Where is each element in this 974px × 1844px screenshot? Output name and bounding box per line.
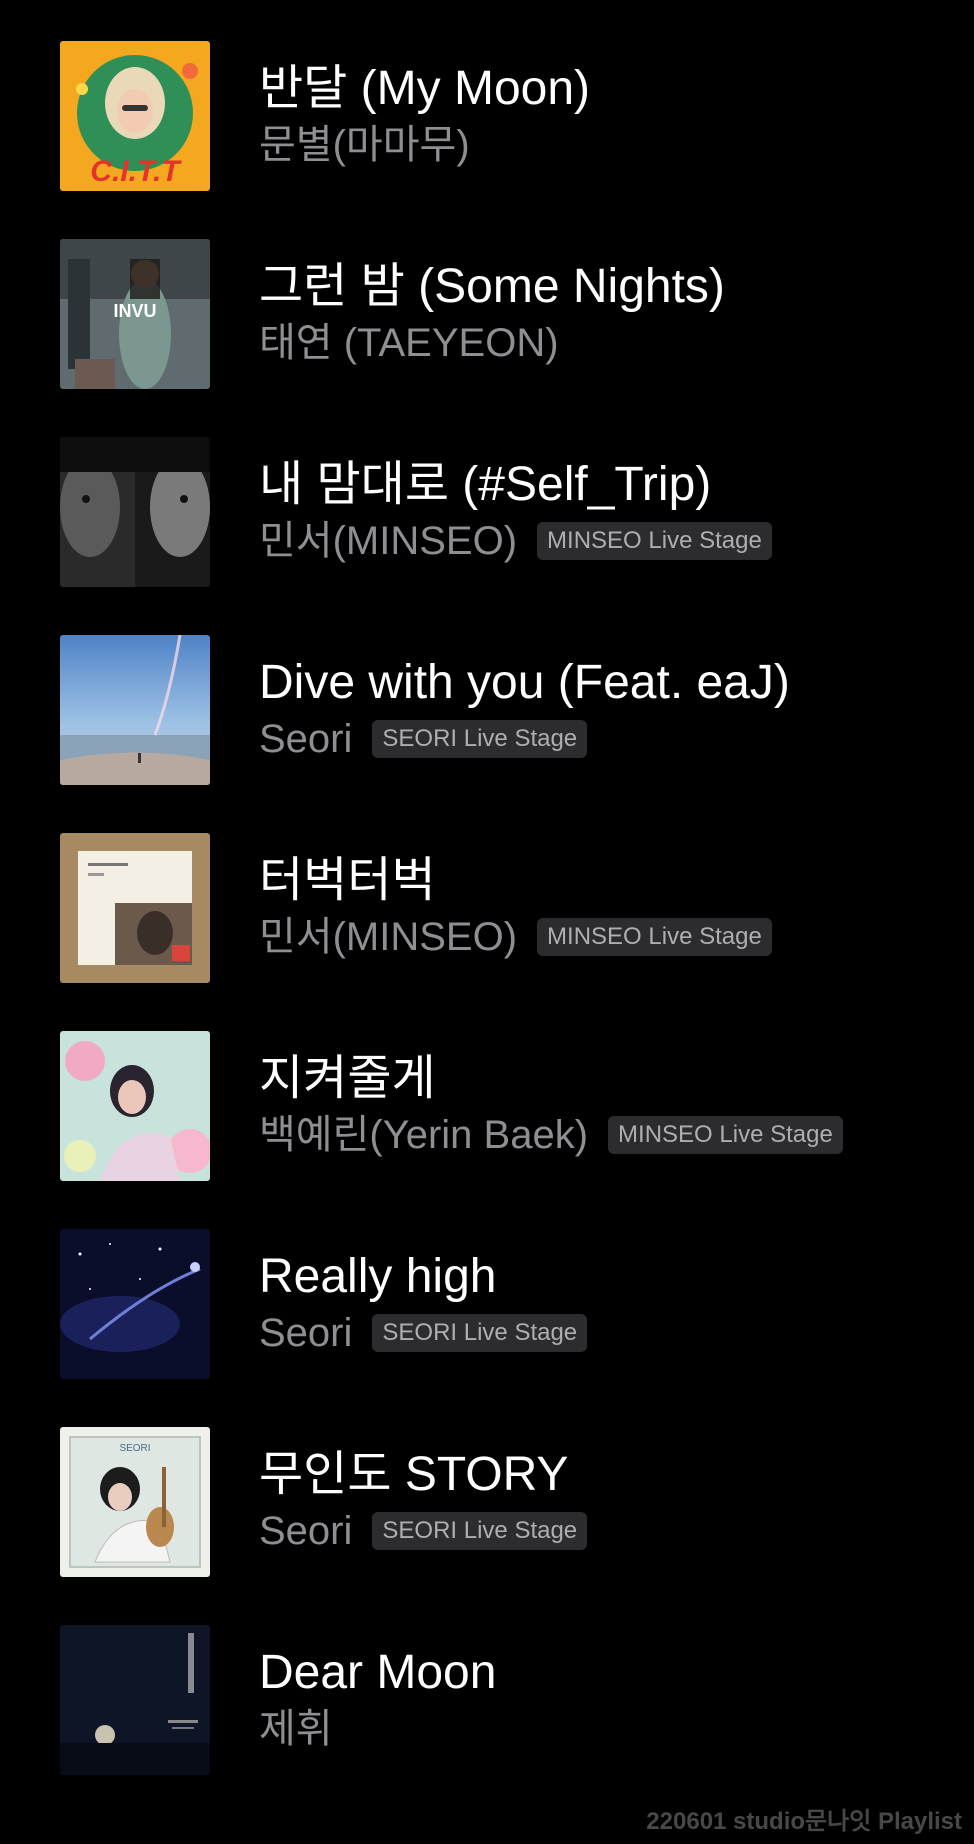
track-title: Dive with you (Feat. eaJ)	[259, 656, 790, 709]
track-row[interactable]: SEORI 무인도 STORY Seori SEORI Live Stage	[0, 1427, 974, 1577]
track-title: 반달 (My Moon)	[259, 62, 591, 115]
album-art: INVU	[60, 239, 210, 389]
track-artist: 제휘	[259, 1707, 333, 1751]
live-stage-badge: SEORI Live Stage	[372, 1512, 588, 1550]
track-row[interactable]: 내 맘대로 (#Self_Trip) 민서(MINSEO) MINSEO Liv…	[0, 437, 974, 587]
album-art	[60, 437, 210, 587]
track-title: Dear Moon	[259, 1646, 497, 1699]
live-stage-badge: SEORI Live Stage	[372, 1314, 588, 1352]
live-stage-badge: MINSEO Live Stage	[608, 1116, 843, 1154]
svg-text:SEORI: SEORI	[119, 1443, 150, 1454]
track-artist: 문별(마마무)	[259, 123, 470, 167]
playlist-footer: 220601 studio문나잇 Playlist	[646, 1808, 962, 1835]
album-art	[60, 1625, 210, 1775]
album-art	[60, 1229, 210, 1379]
live-stage-badge: MINSEO Live Stage	[537, 918, 772, 956]
track-title: Really high	[259, 1250, 497, 1303]
album-art	[60, 635, 210, 785]
track-artist: 태연 (TAEYEON)	[259, 321, 559, 365]
track-artist: Seori	[259, 717, 353, 761]
track-artist: 민서(MINSEO)	[259, 915, 518, 959]
track-title: 지켜줄게	[259, 1052, 436, 1105]
track-artist: 민서(MINSEO)	[259, 519, 518, 563]
album-art	[60, 1031, 210, 1181]
album-art	[60, 833, 210, 983]
track-artist: Seori	[259, 1311, 353, 1355]
track-row[interactable]: C.I.T.T 반달 (My Moon) 문별(마마무)	[0, 41, 974, 191]
track-title: 그런 밤 (Some Nights)	[259, 260, 725, 313]
track-artist: Seori	[259, 1509, 353, 1553]
track-row[interactable]: 지켜줄게 백예린(Yerin Baek) MINSEO Live Stage	[0, 1031, 974, 1181]
track-row[interactable]: 터벅터벅 민서(MINSEO) MINSEO Live Stage	[0, 833, 974, 983]
live-stage-badge: MINSEO Live Stage	[537, 522, 772, 560]
track-title: 내 맘대로 (#Self_Trip)	[259, 458, 712, 511]
track-row[interactable]: INVU 그런 밤 (Some Nights) 태연 (TAEYEON)	[0, 239, 974, 389]
track-row[interactable]: Dear Moon 제휘	[0, 1625, 974, 1775]
svg-text:INVU: INVU	[113, 301, 156, 321]
album-art: C.I.T.T	[60, 41, 210, 191]
svg-text:C.I.T.T: C.I.T.T	[90, 155, 182, 188]
track-title: 무인도 STORY	[259, 1448, 569, 1501]
live-stage-badge: SEORI Live Stage	[372, 720, 588, 758]
track-title: 터벅터벅	[259, 854, 436, 907]
track-artist: 백예린(Yerin Baek)	[259, 1113, 589, 1157]
track-row[interactable]: Dive with you (Feat. eaJ) Seori SEORI Li…	[0, 635, 974, 785]
album-art: SEORI	[60, 1427, 210, 1577]
track-row[interactable]: Really high Seori SEORI Live Stage	[0, 1229, 974, 1379]
